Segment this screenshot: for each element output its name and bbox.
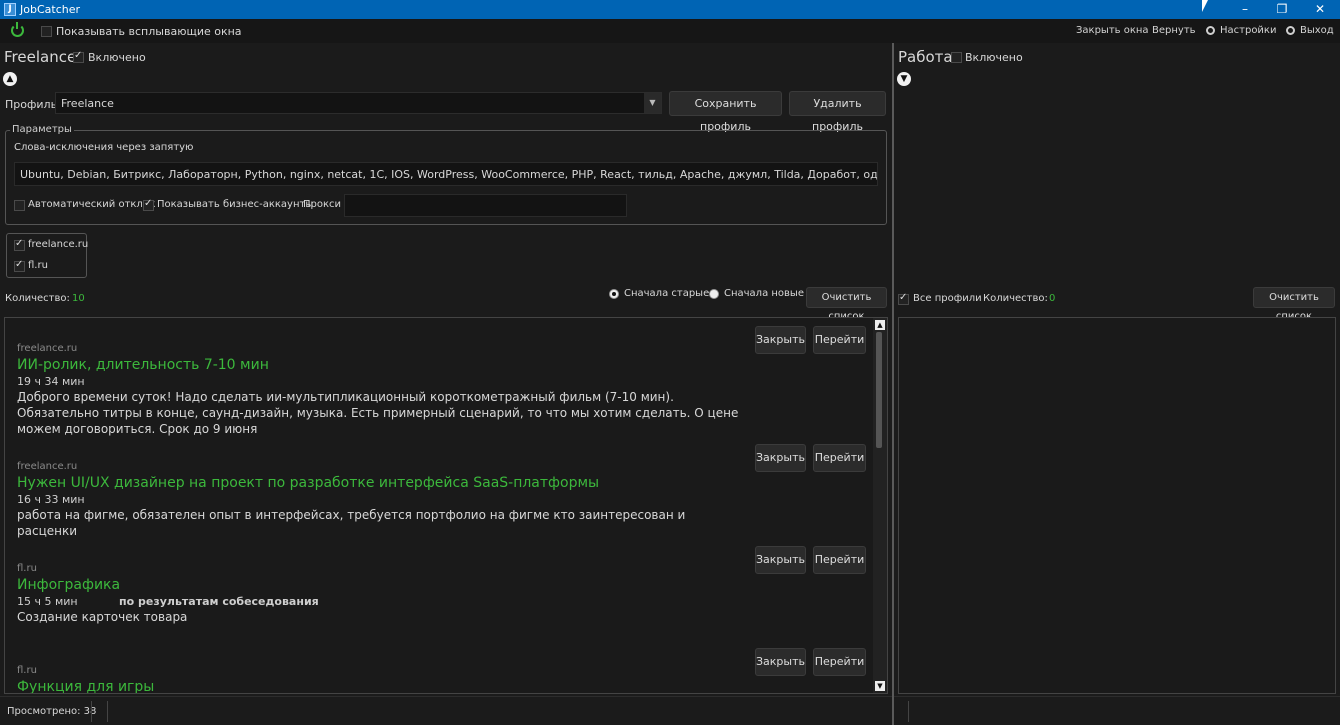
window-title: JobCatcher [20,3,81,16]
sort-old-label: Сначала старые [624,288,710,299]
status-separator [91,701,92,722]
work-count-value: 0 [1049,293,1056,304]
minimize-button[interactable]: – [1226,0,1264,19]
expand-down-icon[interactable]: ▼ [897,72,911,86]
site-fl-label: fl.ru [28,260,48,271]
go-job-button[interactable]: Перейти [813,648,866,676]
job-description: Создание карточек товара [17,610,188,624]
close-job-button[interactable]: Закрыть [755,444,806,472]
exclusions-input[interactable]: Ubuntu, Debian, Битрикс, Лабораторн, Pyt… [14,162,878,186]
site-freelance-label: freelance.ru [28,239,89,250]
count-value: 10 [72,293,85,304]
all-profiles-checkbox[interactable] [898,292,909,305]
show-popups-checkbox[interactable] [41,26,52,37]
proxy-label: Прокси [303,199,342,210]
close-job-button[interactable]: Закрыть [755,326,806,354]
list-item: Закрыть Перейти fl.ru Инфографика 15 ч 5… [5,538,873,640]
proxy-input[interactable] [344,194,627,217]
collapse-up-icon[interactable]: ▲ [3,72,17,86]
return-button[interactable]: Вернуть [1152,25,1196,36]
close-job-button[interactable]: Закрыть [755,546,806,574]
count-label: Количество: [5,293,70,304]
job-title-link[interactable]: ИИ-ролик, длительность 7-10 мин [17,357,269,373]
job-budget: по результатам собеседования [119,595,319,608]
site-fl-checkbox[interactable] [14,259,25,272]
show-business-checkbox[interactable] [143,198,154,211]
sort-new-label: Сначала новые [724,288,804,299]
status-bar-right [894,696,1340,725]
settings-button[interactable]: Настройки [1220,25,1276,36]
save-profile-button[interactable]: Сохранить профиль [669,91,782,133]
job-title-link[interactable]: Нужен UI/UX дизайнер на проект по разраб… [17,475,599,491]
job-time: 15 ч 5 мин [17,595,78,608]
status-bar: Просмотрено: 38 [0,696,892,725]
profile-select-value: Freelance [61,97,114,110]
sort-new-radio[interactable] [709,289,719,299]
auto-reply-checkbox[interactable] [14,200,25,211]
go-job-button[interactable]: Перейти [813,546,866,574]
site-freelance-checkbox[interactable] [14,238,25,251]
restore-button[interactable]: ❐ [1263,0,1301,19]
auto-reply-label: Автоматический отклик [28,199,156,210]
work-enabled-label: Включено [965,51,1023,64]
viewed-count: Просмотрено: 38 [7,706,97,717]
sites-box: freelance.ru fl.ru [6,233,89,278]
work-panel-title: Работа [898,48,953,66]
power-icon[interactable] [11,22,24,37]
close-job-button[interactable]: Закрыть [755,648,806,676]
parameters-group: Параметры Слова-исключения через запятую… [5,124,887,225]
work-job-list [898,317,1336,694]
work-clear-list-button[interactable]: Очистить список [1253,287,1335,322]
mouse-cursor [1202,0,1212,12]
go-job-button[interactable]: Перейти [813,444,866,472]
close-window-button[interactable]: ✕ [1301,0,1339,19]
job-source: fl.ru [17,563,37,574]
job-time: 19 ч 34 мин [17,375,85,388]
close-windows-button[interactable]: Закрыть окна [1076,25,1149,36]
enabled-label: Включено [88,51,146,64]
job-description: работа на фигме, обязателен опыт в интер… [17,508,686,538]
freelance-panel: Freelance Включено ▲ Профиль: Freelance … [0,43,892,696]
exclusions-label: Слова-исключения через запятую [14,142,194,153]
job-source: freelance.ru [17,461,78,472]
freelance-enabled-checkbox[interactable] [73,50,84,63]
exit-icon [1286,26,1295,35]
scroll-down-icon[interactable]: ▼ [875,681,885,691]
scroll-up-icon[interactable]: ▲ [875,320,885,330]
show-business-label: Показывать бизнес-аккаунты [157,199,314,210]
job-source: freelance.ru [17,343,78,354]
job-list: Закрыть Перейти freelance.ru ИИ-ролик, д… [4,317,888,694]
list-item: Закрыть Перейти freelance.ru Нужен UI/UX… [5,436,873,538]
job-source: fl.ru [17,665,37,676]
scroll-thumb[interactable] [876,332,882,448]
work-count-label: Количество: [983,293,1048,304]
list-item: Закрыть Перейти fl.ru Функция для игры [5,640,873,693]
parameters-title: Параметры [10,124,74,135]
job-description: Доброго времени суток! Надо сделать ии-м… [17,390,739,436]
work-panel: Работа Включено ▼ Все профили Количество… [894,43,1340,696]
job-time: 16 ч 33 мин [17,493,85,506]
work-enabled-checkbox[interactable] [951,52,962,63]
job-title-link[interactable]: Функция для игры [17,679,154,693]
list-item: Закрыть Перейти freelance.ru ИИ-ролик, д… [5,318,873,436]
status-separator [908,701,909,722]
sort-old-radio[interactable] [609,289,619,299]
gear-icon [1206,26,1215,35]
job-list-scrollbar[interactable]: ▲ ▼ [873,318,887,693]
app-icon: J [4,3,16,16]
go-job-button[interactable]: Перейти [813,326,866,354]
top-toolbar: Показывать всплывающие окна Закрыть окна… [0,19,1340,43]
job-title-link[interactable]: Инфографика [17,577,120,593]
exit-button[interactable]: Выход [1300,25,1334,36]
title-bar: J JobCatcher – ❐ ✕ [0,0,1340,19]
panel-title: Freelance [4,48,77,66]
profile-label: Профиль: [5,98,61,111]
status-separator [107,701,108,722]
delete-profile-button[interactable]: Удалить профиль [789,91,886,133]
chevron-down-icon[interactable]: ▼ [644,93,661,113]
all-profiles-label: Все профили [913,293,982,304]
clear-list-button[interactable]: Очистить список [806,287,887,322]
show-popups-label: Показывать всплывающие окна [56,25,242,38]
profile-select[interactable]: Freelance ▼ [55,92,662,114]
